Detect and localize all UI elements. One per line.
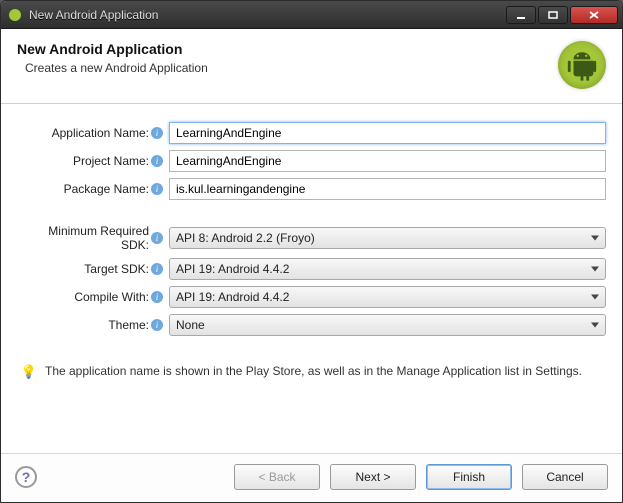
info-icon: i: [151, 155, 163, 167]
target-sdk-select[interactable]: API 19: Android 4.4.2: [169, 258, 606, 280]
dialog-window: New Android Application New Android Appl…: [0, 0, 623, 503]
window-title: New Android Application: [29, 8, 506, 22]
theme-value: None: [176, 318, 205, 332]
min-sdk-value: API 8: Android 2.2 (Froyo): [176, 231, 315, 245]
project-name-label: Project Name:: [73, 154, 149, 168]
package-name-label: Package Name:: [64, 182, 149, 196]
maximize-button[interactable]: [538, 6, 568, 24]
form-area: Application Name:i Project Name:i Packag…: [1, 104, 622, 453]
min-sdk-select[interactable]: API 8: Android 2.2 (Froyo): [169, 227, 606, 249]
compile-with-select[interactable]: API 19: Android 4.4.2: [169, 286, 606, 308]
compile-with-label: Compile With:: [74, 290, 149, 304]
info-icon: i: [151, 183, 163, 195]
info-icon: i: [151, 291, 163, 303]
chevron-down-icon: [591, 323, 599, 328]
compile-with-value: API 19: Android 4.4.2: [176, 290, 289, 304]
next-button[interactable]: Next >: [330, 464, 416, 490]
tip-row: 💡 The application name is shown in the P…: [17, 342, 606, 386]
info-icon: i: [151, 263, 163, 275]
target-sdk-label: Target SDK:: [84, 262, 149, 276]
chevron-down-icon: [591, 295, 599, 300]
android-icon: [558, 41, 606, 89]
target-sdk-value: API 19: Android 4.4.2: [176, 262, 289, 276]
chevron-down-icon: [591, 267, 599, 272]
min-sdk-label: Minimum Required SDK:: [17, 224, 149, 252]
application-name-label: Application Name:: [52, 126, 149, 140]
button-bar: ? < Back Next > Finish Cancel: [1, 453, 622, 502]
header-subtitle: Creates a new Android Application: [17, 61, 548, 75]
finish-button[interactable]: Finish: [426, 464, 512, 490]
package-name-input[interactable]: [169, 178, 606, 200]
titlebar[interactable]: New Android Application: [1, 1, 622, 29]
tip-text: The application name is shown in the Pla…: [45, 364, 582, 378]
header-title: New Android Application: [17, 41, 548, 57]
minimize-button[interactable]: [506, 6, 536, 24]
info-icon: i: [151, 319, 163, 331]
project-name-input[interactable]: [169, 150, 606, 172]
wizard-header: New Android Application Creates a new An…: [1, 29, 622, 104]
chevron-down-icon: [591, 236, 599, 241]
help-icon[interactable]: ?: [15, 466, 37, 488]
theme-label: Theme:: [108, 318, 149, 332]
cancel-button[interactable]: Cancel: [522, 464, 608, 490]
info-icon: i: [151, 127, 163, 139]
close-button[interactable]: [570, 6, 618, 24]
theme-select[interactable]: None: [169, 314, 606, 336]
app-icon: [7, 7, 23, 23]
info-icon: i: [151, 232, 163, 244]
lightbulb-icon: 💡: [21, 364, 37, 380]
back-button: < Back: [234, 464, 320, 490]
application-name-input[interactable]: [169, 122, 606, 144]
